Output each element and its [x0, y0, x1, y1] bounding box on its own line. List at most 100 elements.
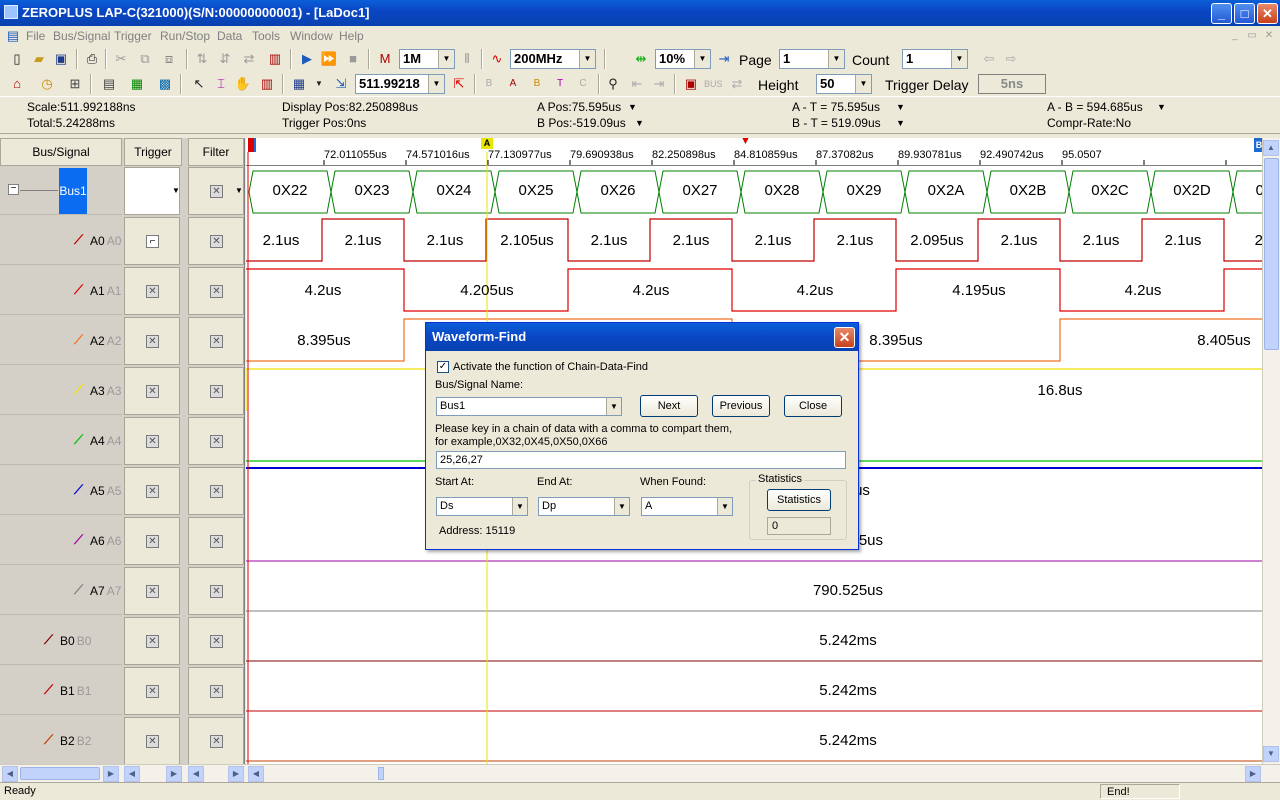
signal-row-a5[interactable]: ⟋ A5 A5: [0, 467, 122, 515]
scroll-down-icon[interactable]: ▼: [1263, 746, 1279, 762]
channel-setup-icon[interactable]: ▥: [266, 50, 284, 68]
bus-icon[interactable]: BUS: [704, 75, 723, 93]
trigger-cell-a0[interactable]: ⌐: [124, 217, 180, 265]
scale-icon[interactable]: ⇲: [332, 75, 350, 93]
measure-icon[interactable]: ▥: [258, 75, 276, 93]
height-select[interactable]: 50 ▼: [816, 74, 872, 94]
wave-scroll-thumb[interactable]: [378, 767, 384, 780]
run-icon[interactable]: ▶: [298, 50, 316, 68]
signal-row-b0[interactable]: ⟋ B0 B0: [0, 617, 122, 665]
chevron-down-icon[interactable]: ▼: [172, 186, 180, 195]
signal-scroll-thumb[interactable]: [20, 767, 100, 780]
bus1-selected-label[interactable]: Bus1: [59, 168, 87, 214]
group-tool-icon[interactable]: ⇄: [240, 50, 258, 68]
filter-scroll-left-icon[interactable]: ◀: [188, 766, 204, 782]
filter-cell-a2[interactable]: ✕: [188, 317, 244, 365]
new-icon[interactable]: ▯: [8, 50, 26, 68]
chevron-down-icon[interactable]: ▼: [235, 186, 243, 195]
zoom-fit-icon[interactable]: ⇹: [632, 50, 650, 68]
signal-tool-icon[interactable]: ⇅: [193, 50, 211, 68]
signal-row-bus1[interactable]: − Bus1: [0, 167, 122, 215]
trigger-cell-b1[interactable]: ✕: [124, 667, 180, 715]
cut-icon[interactable]: ✂: [112, 50, 130, 68]
filter-cell-a1[interactable]: ✕: [188, 267, 244, 315]
cbar-icon[interactable]: C: [574, 75, 592, 93]
menu-run-stop[interactable]: Run/Stop: [160, 29, 210, 43]
start-at-select[interactable]: Ds ▼: [436, 497, 528, 516]
menu-trigger[interactable]: Trigger: [114, 29, 152, 43]
run-repeat-icon[interactable]: ⏩: [320, 50, 338, 68]
open-icon[interactable]: ▰: [30, 50, 48, 68]
a-b-dropdown-icon[interactable]: ▼: [1157, 102, 1166, 112]
trigger-cell-b2[interactable]: ✕: [124, 717, 180, 765]
filter-cell-a7[interactable]: ✕: [188, 567, 244, 615]
calculator-icon[interactable]: ▣: [682, 75, 700, 93]
page-next-icon[interactable]: ⇨: [1002, 50, 1020, 68]
signal-row-a7[interactable]: ⟋ A7 A7: [0, 567, 122, 615]
bus-tool-icon[interactable]: ⇵: [216, 50, 234, 68]
filter-scroll-right-icon[interactable]: ▶: [228, 766, 244, 782]
list-view-icon[interactable]: ▤: [100, 75, 118, 93]
stop-icon[interactable]: ■: [344, 50, 362, 68]
filter-cell-b1[interactable]: ✕: [188, 667, 244, 715]
copy-icon[interactable]: ⧉: [136, 50, 154, 68]
menu-window[interactable]: Window: [290, 29, 333, 43]
wave-scroll-right-icon[interactable]: ▶: [1245, 766, 1261, 782]
end-at-select[interactable]: Dp ▼: [538, 497, 630, 516]
memory-depth-select[interactable]: 1M ▼: [399, 49, 455, 69]
signal-row-a1[interactable]: ⟋ A1 A1: [0, 267, 122, 315]
menu-tools[interactable]: Tools: [252, 29, 280, 43]
chain-data-input[interactable]: 25,26,27: [436, 451, 846, 469]
next-button[interactable]: Next: [640, 395, 698, 417]
signal-row-a4[interactable]: ⟋ A4 A4: [0, 417, 122, 465]
mdi-restore-icon[interactable]: ▭: [1243, 27, 1261, 45]
a-t-dropdown-icon[interactable]: ▼: [896, 102, 905, 112]
trigger-cell-b0[interactable]: ✕: [124, 617, 180, 665]
document-icon[interactable]: ▤: [4, 27, 22, 45]
page-prev-icon[interactable]: ⇦: [980, 50, 998, 68]
marker-tool-icon[interactable]: ⌶: [212, 75, 230, 93]
clock-wave-icon[interactable]: ∿: [488, 50, 506, 68]
filter-cell-a0[interactable]: ✕: [188, 217, 244, 265]
find-binoculars-icon[interactable]: ⚲: [604, 75, 622, 93]
page-go-icon[interactable]: ⇥: [715, 50, 733, 68]
bar-icon[interactable]: B: [480, 75, 498, 93]
home-icon[interactable]: ⌂: [8, 75, 26, 93]
close-button[interactable]: Close: [784, 395, 842, 417]
paste-icon[interactable]: ⧈: [160, 50, 178, 68]
clock-icon[interactable]: ◷: [38, 75, 56, 93]
menu-help[interactable]: Help: [339, 29, 364, 43]
trigger-cell-bus1[interactable]: ▼: [124, 167, 180, 215]
print-icon[interactable]: ⎙: [83, 50, 101, 68]
trigger-setup-icon[interactable]: ⊞: [66, 75, 84, 93]
filter-cell-a6[interactable]: ✕: [188, 517, 244, 565]
count-select[interactable]: 1 ▼: [902, 49, 968, 69]
menu-data[interactable]: Data: [217, 29, 242, 43]
menu-file[interactable]: File: [26, 29, 45, 43]
compress-icon[interactable]: ⫴: [458, 50, 476, 68]
zoom-select[interactable]: 10% ▼: [655, 49, 711, 69]
bus-signal-select[interactable]: Bus1 ▼: [436, 397, 622, 416]
trigger-cell-a2[interactable]: ✕: [124, 317, 180, 365]
filter-cell-b2[interactable]: ✕: [188, 717, 244, 765]
find-prev-icon[interactable]: ⇤: [628, 75, 646, 93]
scroll-up-icon[interactable]: ▲: [1263, 140, 1279, 156]
collapse-toggle-icon[interactable]: −: [8, 184, 19, 195]
chevron-down-icon[interactable]: ▼: [310, 75, 328, 93]
memory-depth-icon[interactable]: M: [376, 50, 394, 68]
trigger-delay-field[interactable]: 5ns: [978, 74, 1046, 94]
plot-view-icon[interactable]: ▩: [156, 75, 174, 93]
reset-scale-icon[interactable]: ⇱: [450, 75, 468, 93]
signal-row-b2[interactable]: ⟋ B2 B2: [0, 717, 122, 765]
maximize-button[interactable]: □: [1234, 3, 1255, 24]
filter-cell-b0[interactable]: ✕: [188, 617, 244, 665]
signal-row-b1[interactable]: ⟋ B1 B1: [0, 667, 122, 715]
scale-select[interactable]: 511.99218 ▼: [355, 74, 445, 94]
menu-bus-signal[interactable]: Bus/Signal: [53, 29, 110, 43]
statistics-button[interactable]: Statistics: [767, 489, 831, 511]
signal-row-a6[interactable]: ⟋ A6 A6: [0, 517, 122, 565]
mdi-close-icon[interactable]: ✕: [1260, 27, 1278, 45]
filter-cell-a3[interactable]: ✕: [188, 367, 244, 415]
filter-cell-bus1[interactable]: ✕ ▼: [188, 167, 244, 215]
connect-icon[interactable]: ⇄: [728, 75, 746, 93]
